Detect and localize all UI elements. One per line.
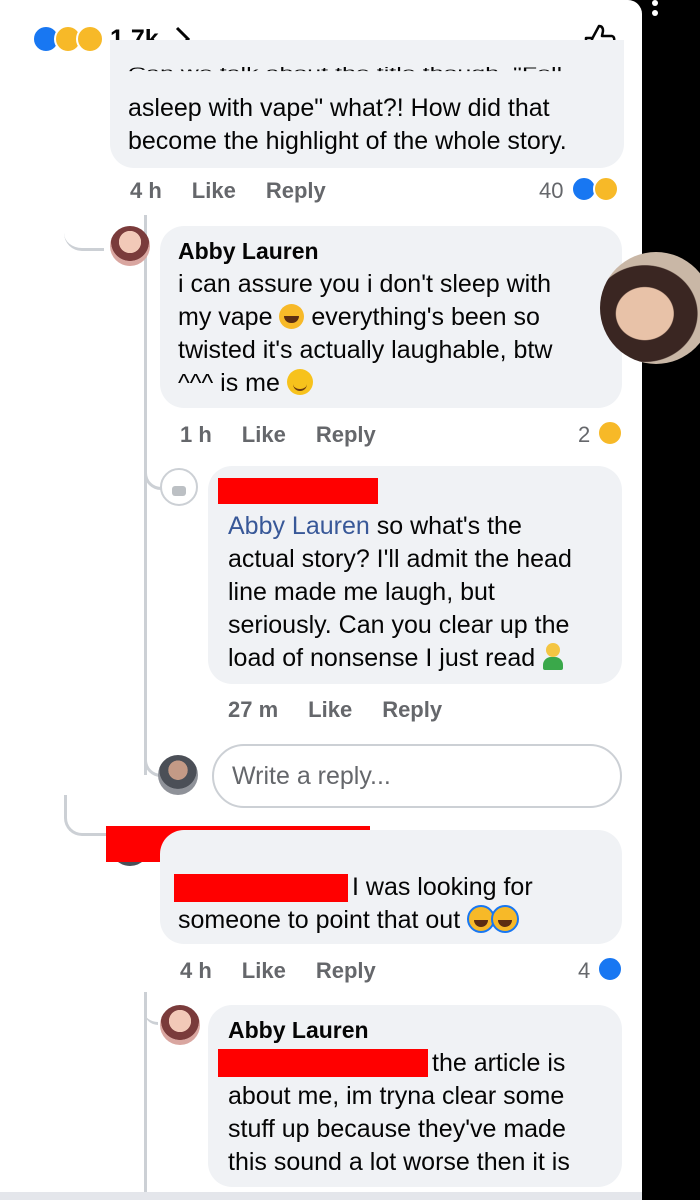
thread-connector xyxy=(144,990,158,1025)
comment-text-line: the article is xyxy=(432,1049,566,1077)
redacted-name xyxy=(218,478,378,504)
reaction-count-2[interactable]: 2 xyxy=(578,421,590,449)
comment-actions-4: 4 h Like Reply xyxy=(180,956,406,986)
thread-line xyxy=(144,215,147,775)
like-reaction-icon xyxy=(597,956,623,982)
thread-connector xyxy=(64,795,107,836)
comment-text: load of nonsense I just read xyxy=(228,644,536,672)
comment-cut-line: Can we talk about the title though. "Fel… xyxy=(128,65,563,80)
redacted-mention xyxy=(218,1049,428,1077)
comment-actions-1: 4 h Like Reply xyxy=(130,176,356,206)
avatar-abby-lauren[interactable] xyxy=(160,1005,200,1045)
comment-text-line: asleep with vape" what?! How did that xyxy=(128,94,550,122)
haha-reaction-icon xyxy=(593,176,619,202)
profile-picture-bubble[interactable] xyxy=(600,252,700,364)
comment-bubble-3: Abby Lauren so what's the actual story? … xyxy=(208,466,622,684)
avatar-default[interactable] xyxy=(160,468,198,506)
reaction-count-1[interactable]: 40 xyxy=(539,177,563,205)
comment-bubble-1: Can we talk about the title though. "Fel… xyxy=(110,40,624,168)
comment-text-line: actual story? I'll admit the head xyxy=(228,545,572,573)
reply-link[interactable]: Reply xyxy=(382,697,442,722)
tears-of-joy-emoji-icon xyxy=(491,905,520,933)
overflow-menu-icon[interactable] xyxy=(652,0,658,6)
timestamp: 4 h xyxy=(130,178,162,203)
timestamp: 4 h xyxy=(180,958,212,983)
comment-text-line: I was looking for xyxy=(352,873,533,901)
comments-panel: 1.7k Can we talk about the title though.… xyxy=(0,0,642,1200)
comment-text-line-with-mention: Abby Lauren so what's the xyxy=(228,510,522,543)
avatar-abby-lauren[interactable] xyxy=(110,226,150,266)
like-link[interactable]: Like xyxy=(242,422,286,447)
comment-text-line: twisted it's actually laughable, btw xyxy=(178,336,553,364)
comment-text-line-with-emoji: load of nonsense I just read xyxy=(228,642,564,675)
comment-bubble-5: Abby Lauren the article is about me, im … xyxy=(208,1005,622,1187)
reply-link[interactable]: Reply xyxy=(266,178,326,203)
avatar-current-user[interactable] xyxy=(158,755,198,795)
comment-text-line-with-emoji: ^^^ is me xyxy=(178,367,313,400)
overflow-menu-icon xyxy=(652,10,658,16)
like-link[interactable]: Like xyxy=(242,958,286,983)
comment-text-line: stuff up because they've made xyxy=(228,1115,566,1143)
reply-input[interactable]: Write a reply... xyxy=(212,744,622,808)
rolling-laughing-emoji-icon xyxy=(279,304,305,329)
reply-link[interactable]: Reply xyxy=(316,958,376,983)
comment-text: someone to point that out xyxy=(178,906,461,934)
commenter-name[interactable]: Abby Lauren xyxy=(178,236,319,266)
comment-actions-3: 27 m Like Reply xyxy=(228,695,472,725)
reaction-count-4[interactable]: 4 xyxy=(578,957,590,985)
comment-text-line-with-emoji: my vape everything's been so xyxy=(178,301,540,334)
like-link[interactable]: Like xyxy=(308,697,352,722)
thread-connector xyxy=(64,210,104,251)
comment-actions-2: 1 h Like Reply xyxy=(180,420,406,450)
comment-bubble-4: I was looking for someone to point that … xyxy=(160,830,622,944)
reply-link[interactable]: Reply xyxy=(316,422,376,447)
wow-reaction-icon xyxy=(76,25,104,53)
haha-reaction-icon xyxy=(597,420,623,446)
reply-placeholder: Write a reply... xyxy=(232,762,391,790)
comment-text-line: about me, im tryna clear some xyxy=(228,1082,565,1110)
commenter-name[interactable]: Abby Lauren xyxy=(228,1015,369,1045)
comment-bubble-2: Abby Lauren i can assure you i don't sle… xyxy=(160,226,622,408)
comment-text-line: line made me laugh, but xyxy=(228,578,495,606)
comment-text-line-with-emoji: someone to point that out xyxy=(178,904,520,937)
smile-emoji-icon xyxy=(286,369,313,395)
comment-text: so what's the xyxy=(369,512,522,540)
comment-text: everything's been so xyxy=(311,303,540,331)
comment-text-line: seriously. Can you clear up the xyxy=(228,611,570,639)
like-link[interactable]: Like xyxy=(192,178,236,203)
thread-line xyxy=(144,992,147,1200)
mention-abby-lauren[interactable]: Abby Lauren xyxy=(228,512,370,540)
bottom-divider xyxy=(0,1192,642,1200)
comment-text: my vape xyxy=(178,303,273,331)
comment-text: ^^^ is me xyxy=(178,369,280,397)
comment-text-line: i can assure you i don't sleep with xyxy=(178,270,552,298)
comment-text-line: this sound a lot worse then it is xyxy=(228,1148,570,1176)
redacted-mention xyxy=(174,874,348,902)
timestamp: 1 h xyxy=(180,422,212,447)
timestamp: 27 m xyxy=(228,697,279,722)
facepalm-emoji-icon xyxy=(542,643,564,671)
comment-text-line: become the highlight of the whole story. xyxy=(128,127,567,155)
